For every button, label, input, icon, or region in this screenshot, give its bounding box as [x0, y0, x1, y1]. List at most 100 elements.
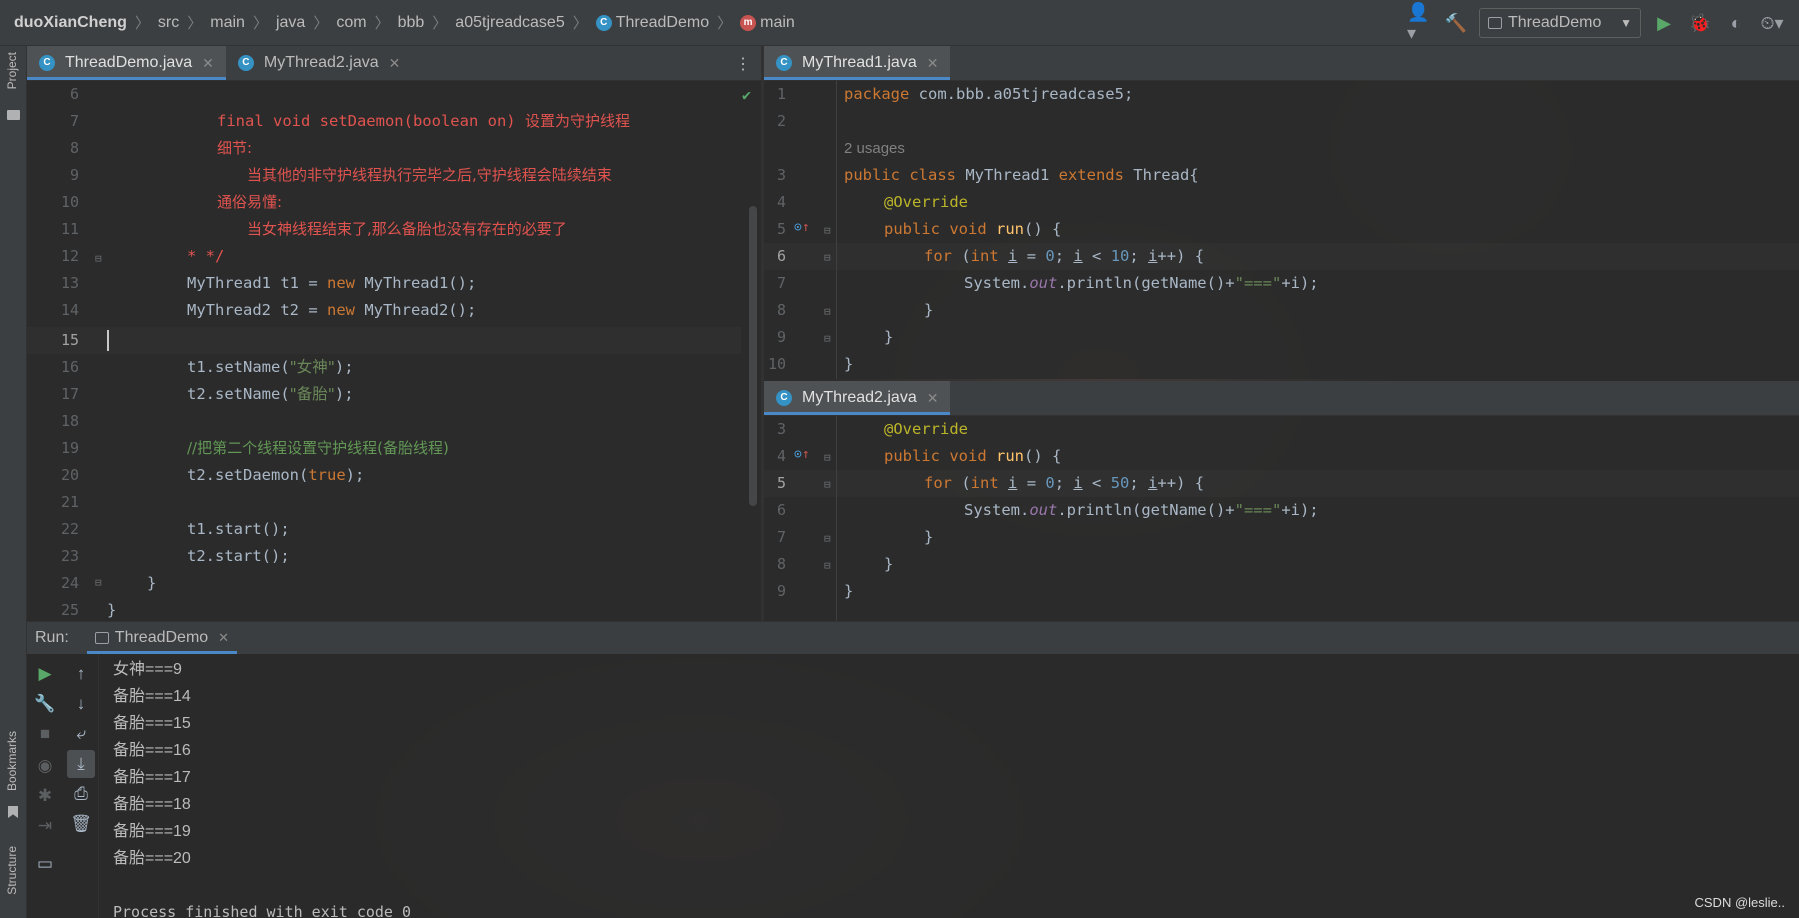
editor-mythread1[interactable]: C MyThread1.java ✕ 1 2 3 4 5 6 7 8 9 10 …: [764, 46, 1799, 379]
scroll-to-end-icon[interactable]: ⤓: [67, 750, 95, 778]
user-icon[interactable]: 👤▾: [1407, 2, 1433, 43]
fold-marker-icon[interactable]: ⊟: [95, 252, 102, 265]
run-tool-window: Run: ThreadDemo ✕ ▶ ↑ 🔧 ↓ ⤶ ■ ⤓ ◉ ⎙ ✱ 🗑 …: [27, 621, 1799, 918]
code-line-20[interactable]: t2.setDaemon(true);: [187, 462, 364, 489]
rerun-icon[interactable]: ▶: [31, 660, 59, 688]
code-line-24[interactable]: }: [147, 570, 156, 597]
code-line-9[interactable]: }: [884, 324, 893, 351]
breadcrumb-main[interactable]: 〉 main: [179, 12, 245, 33]
code-line-4[interactable]: public void run() {: [884, 443, 1061, 470]
breadcrumb-package[interactable]: 〉 a05tjreadcase5: [424, 12, 564, 33]
code-line-11[interactable]: 当女神线程结束了,那么备胎也没有存在的必要了: [247, 216, 567, 243]
code-line-16[interactable]: t1.setName("女神");: [187, 354, 354, 381]
breadcrumb-bbb[interactable]: 〉 bbb: [367, 12, 425, 33]
debug-bug-icon[interactable]: ✱: [31, 782, 59, 810]
code-line-8[interactable]: }: [924, 297, 933, 324]
code-line-17[interactable]: t2.setName("备胎");: [187, 381, 354, 408]
code-line-8[interactable]: }: [884, 551, 893, 578]
close-icon[interactable]: ✕: [389, 55, 401, 72]
navigation-bar: duoXianCheng 〉 src 〉 main 〉 java 〉 com 〉 bbb …: [0, 0, 1799, 46]
tab-mythread2-java[interactable]: C MyThread2.java ✕: [764, 381, 951, 415]
close-icon[interactable]: ✕: [927, 390, 939, 407]
code-line-14[interactable]: MyThread2 t2 = new MyThread2();: [187, 297, 476, 324]
bookmark-icon[interactable]: [8, 806, 18, 818]
fold-marker-icon[interactable]: ⊟: [824, 305, 831, 318]
debug-icon[interactable]: 🐞: [1687, 10, 1713, 36]
fold-marker-icon[interactable]: ⊟: [824, 559, 831, 572]
fold-marker-icon[interactable]: ⊟: [824, 224, 831, 237]
fold-marker-icon[interactable]: ⊟: [824, 332, 831, 345]
breadcrumb-method[interactable]: 〉 m main: [709, 12, 795, 33]
code-line-5[interactable]: public void run() {: [884, 216, 1061, 243]
code-line-23[interactable]: t2.start();: [187, 543, 290, 570]
print-icon[interactable]: ⎙: [67, 780, 95, 808]
layout-icon[interactable]: ▭: [31, 850, 59, 878]
stop-icon[interactable]: ■: [31, 720, 59, 748]
structure-tool-button[interactable]: Structure: [5, 846, 19, 895]
scroll-down-icon[interactable]: ↓: [67, 690, 95, 718]
code-line-5[interactable]: for (int i = 0; i < 50; i++) {: [924, 470, 1204, 497]
fold-marker-icon[interactable]: ⊟: [824, 451, 831, 464]
camera-icon[interactable]: ◉: [31, 752, 59, 780]
code-line-12[interactable]: * */: [187, 243, 224, 270]
code-line-9[interactable]: }: [844, 578, 853, 605]
exit-icon[interactable]: ⇥: [31, 812, 59, 840]
build-hammer-icon[interactable]: 🔨: [1443, 10, 1469, 36]
fold-marker-icon[interactable]: ⊟: [824, 532, 831, 545]
more-options-icon[interactable]: ⋮: [735, 54, 751, 74]
editor-threaddemo[interactable]: C ThreadDemo.java ✕ C MyThread2.java ✕ ⋮…: [27, 46, 761, 621]
code-line-3[interactable]: public class MyThread1 extends Thread{: [844, 162, 1199, 189]
code-line-25[interactable]: }: [107, 597, 116, 621]
vertical-scrollbar[interactable]: [749, 206, 757, 506]
tab-threaddemo-java[interactable]: C ThreadDemo.java ✕: [27, 46, 226, 80]
code-line-8[interactable]: 细节:: [217, 135, 252, 162]
line-number: 12: [60, 247, 79, 265]
close-icon[interactable]: ✕: [927, 55, 939, 72]
close-icon[interactable]: ✕: [202, 55, 214, 72]
editor-mythread2[interactable]: C MyThread2.java ✕ 3 4 5 6 7 8 9 ⊙↑ ⊟ ⊟ …: [764, 381, 1799, 621]
code-line-10[interactable]: 通俗易懂:: [217, 189, 282, 216]
folder-icon[interactable]: [7, 110, 20, 120]
code-line-6[interactable]: for (int i = 0; i < 10; i++) {: [924, 243, 1204, 270]
code-line-1[interactable]: package com.bbb.a05tjreadcase5;: [844, 81, 1133, 108]
bookmarks-tool-button[interactable]: Bookmarks: [5, 731, 19, 791]
tab-mythread2-java[interactable]: C MyThread2.java ✕: [226, 46, 412, 80]
code-line-4[interactable]: @Override: [884, 189, 968, 216]
code-line-6[interactable]: System.out.println(getName()+"==="+i);: [964, 497, 1319, 524]
project-tool-button[interactable]: Project: [5, 52, 19, 89]
run-configuration-select[interactable]: ThreadDemo ▼: [1479, 8, 1641, 38]
breadcrumb-com[interactable]: 〉 com: [305, 12, 366, 33]
soft-wrap-icon[interactable]: ⤶: [67, 720, 95, 748]
close-icon[interactable]: ✕: [218, 630, 229, 646]
fold-marker-icon[interactable]: ⊟: [824, 251, 831, 264]
usages-hint[interactable]: 2 usages: [844, 135, 905, 162]
tab-mythread1-java[interactable]: C MyThread1.java ✕: [764, 46, 951, 80]
code-line-7[interactable]: }: [924, 524, 933, 551]
current-line-highlight: [764, 243, 1799, 270]
breadcrumb-class[interactable]: 〉 C ThreadDemo: [565, 12, 709, 33]
line-number: 25: [60, 601, 79, 619]
breadcrumb-src[interactable]: 〉 src: [127, 12, 179, 33]
code-line-22[interactable]: t1.start();: [187, 516, 290, 543]
code-line-9[interactable]: 当其他的非守护线程执行完毕之后,守护线程会陆续结束: [247, 162, 612, 189]
tab-run-threaddemo[interactable]: ThreadDemo ✕: [86, 622, 238, 654]
code-line-10[interactable]: }: [844, 351, 853, 378]
fold-marker-icon[interactable]: ⊟: [824, 478, 831, 491]
run-icon[interactable]: ▶: [1651, 10, 1677, 36]
line-number: 8: [776, 301, 786, 319]
code-line-3[interactable]: @Override: [884, 416, 968, 443]
breadcrumb-project[interactable]: duoXianCheng: [14, 14, 127, 32]
profile-icon[interactable]: ⏲▾: [1759, 10, 1785, 36]
code-line-7[interactable]: System.out.println(getName()+"==="+i);: [964, 270, 1319, 297]
breadcrumb-java[interactable]: 〉 java: [245, 12, 305, 33]
settings-wrench-icon[interactable]: 🔧: [31, 690, 59, 718]
overrides-method-icon[interactable]: ⊙↑: [794, 447, 810, 462]
trash-icon[interactable]: 🗑: [67, 810, 95, 838]
code-line-13[interactable]: MyThread1 t1 = new MyThread1();: [187, 270, 476, 297]
fold-marker-icon[interactable]: ⊟: [95, 576, 102, 589]
overrides-method-icon[interactable]: ⊙↑: [794, 220, 810, 235]
code-line-7[interactable]: final void setDaemon(boolean on) 设置为守护线程: [217, 108, 630, 135]
scroll-up-icon[interactable]: ↑: [67, 660, 95, 688]
coverage-icon[interactable]: ◐: [1723, 10, 1749, 36]
code-line-19[interactable]: //把第二个线程设置守护线程(备胎线程): [187, 435, 449, 462]
